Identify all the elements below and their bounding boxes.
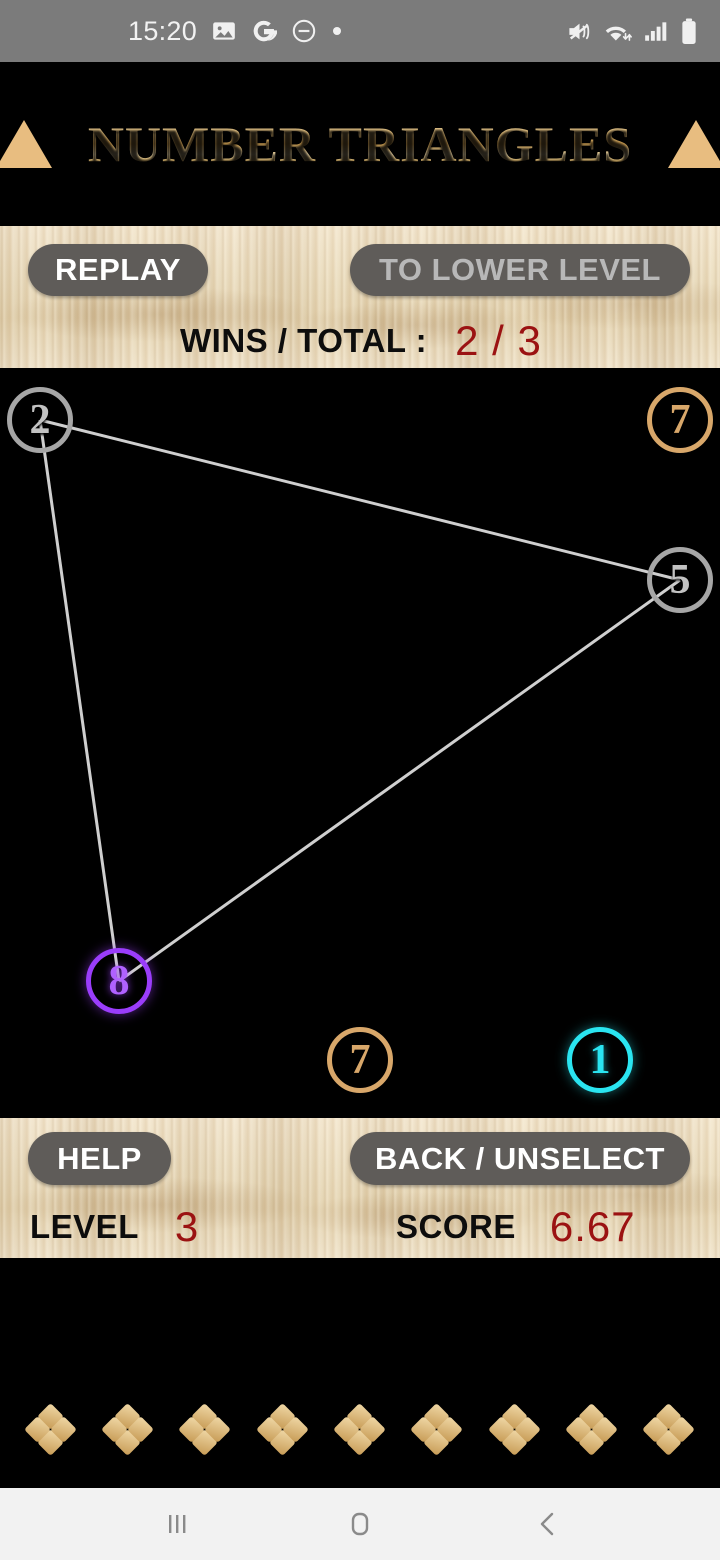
help-button[interactable]: HELP — [28, 1132, 171, 1185]
signal-bars-icon — [645, 22, 667, 41]
image-icon — [213, 22, 235, 40]
mute-vibrate-icon — [569, 23, 590, 39]
four-diamond-ornament-icon — [255, 1403, 309, 1456]
page-title: NUMBER TRIANGLES — [87, 116, 633, 172]
four-diamond-ornament-icon — [333, 1403, 386, 1456]
status-clock: 15:20 — [128, 15, 198, 46]
four-diamond-ornament-icon — [487, 1403, 541, 1456]
four-diamond-ornament-icon — [178, 1403, 232, 1456]
recents-icon — [169, 1515, 186, 1533]
google-icon — [253, 20, 278, 42]
status-bar-right-group — [566, 18, 698, 45]
wins-total-value: 2 / 3 — [455, 317, 542, 364]
game-board[interactable]: 2 7 5 8 7 1 — [0, 368, 720, 1118]
do-not-disturb-icon — [292, 19, 316, 43]
four-diamond-ornament-icon — [23, 1403, 77, 1456]
home-icon — [351, 1512, 369, 1536]
edge-line — [118, 578, 681, 983]
score-row: SCORE 6.67 — [396, 1200, 636, 1250]
score-label: SCORE — [396, 1208, 516, 1245]
back-unselect-button[interactable]: BACK / UNSELECT — [350, 1132, 690, 1185]
status-bar: 15:20 — [0, 0, 720, 62]
node-7-n7b[interactable]: 7 — [327, 1027, 393, 1093]
back-button[interactable] — [498, 1488, 598, 1560]
level-value: 3 — [174, 1203, 200, 1250]
bottom-control-panel: HELP BACK / UNSELECT LEVEL 3 SCORE 6.67 — [0, 1118, 720, 1258]
node-2-n2[interactable]: 2 — [7, 387, 73, 453]
wins-total-label: WINS / TOTAL : — [180, 322, 428, 359]
back-icon — [540, 1512, 554, 1536]
header: NUMBER TRIANGLES — [0, 62, 720, 226]
four-diamond-ornament-icon — [565, 1403, 618, 1456]
recents-button[interactable] — [128, 1488, 228, 1560]
triangle-icon-left — [0, 120, 52, 168]
top-control-panel: REPLAY TO LOWER LEVEL WINS / TOTAL : 2 /… — [0, 226, 720, 368]
four-diamond-ornament-icon — [642, 1403, 696, 1456]
edge-line — [38, 419, 121, 982]
node-8-n8[interactable]: 8 — [86, 948, 152, 1014]
to-lower-level-button[interactable]: TO LOWER LEVEL — [350, 244, 690, 296]
four-diamond-ornament-icon — [410, 1403, 464, 1456]
battery-icon — [682, 18, 696, 44]
edge-line — [39, 418, 681, 582]
home-button[interactable] — [310, 1488, 410, 1560]
status-bar-left-group: 15:20 — [128, 16, 343, 47]
ornament-strip — [0, 1395, 720, 1465]
node-5-n5[interactable]: 5 — [647, 547, 713, 613]
triangle-icon-right — [668, 120, 720, 168]
node-7-n7a[interactable]: 7 — [647, 387, 713, 453]
android-nav-bar — [0, 1488, 720, 1560]
wins-total-row: WINS / TOTAL : 2 / 3 — [180, 314, 542, 364]
dot-icon — [333, 27, 342, 35]
node-1-n1[interactable]: 1 — [567, 1027, 633, 1093]
score-value: 6.67 — [549, 1203, 636, 1250]
four-diamond-ornament-icon — [101, 1403, 154, 1456]
app-root: 15:20 NUMBER TRIANGLES REPLAY TO LOWER L… — [0, 0, 720, 1560]
wifi-icon — [605, 26, 632, 41]
level-label: LEVEL — [30, 1208, 139, 1245]
level-row: LEVEL 3 — [30, 1200, 200, 1250]
replay-button[interactable]: REPLAY — [28, 244, 208, 296]
